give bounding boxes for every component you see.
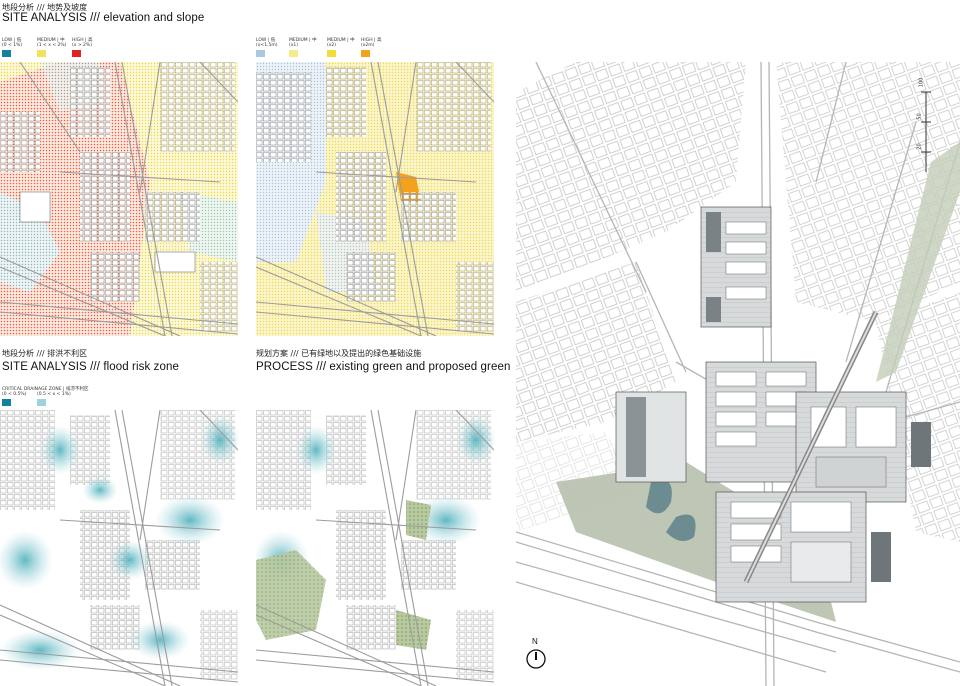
legend-high-swatch <box>72 50 81 57</box>
elevation-legend: LOW | 低 (0 < 1%) MEDIUM | 中 (1 < x < 2%)… <box>2 38 122 62</box>
slope-map <box>256 62 494 336</box>
slope-legend-med1-sub: (x1) <box>289 43 299 48</box>
flood-legend-moderate-sub: (0.5 < x < 1%) <box>37 392 71 397</box>
slope-legend: LOW | 低 (x<1.5m) MEDIUM | 中 (x1) MEDIUM … <box>256 38 396 62</box>
legend-medium-sub: (1 < x < 2%) <box>37 43 67 48</box>
north-label: N <box>532 637 538 646</box>
legend-high-sub: (x > 2%) <box>72 43 92 48</box>
slope-legend-med1-swatch <box>289 50 298 57</box>
flood-legend: CRITICAL DRAINAGE ZONE | 排涝不利区 (0 < 0.5%… <box>2 387 122 409</box>
flood-legend-critical-swatch <box>2 399 11 406</box>
slope-legend-med2-sub: (x2) <box>327 43 337 48</box>
flood-title: SITE ANALYSIS /// flood risk zone <box>2 361 179 373</box>
scale-label-50: 50 <box>916 113 923 120</box>
scale-label-20: 20 <box>916 143 923 150</box>
legend-low-sub: (0 < 1%) <box>2 43 23 48</box>
slope-legend-low-swatch <box>256 50 265 57</box>
process-title: PROCESS /// existing green and proposed … <box>256 361 511 373</box>
slope-legend-low-sub: (x<1.5m) <box>256 43 278 48</box>
flood-legend-critical-sub: (0 < 0.5%) <box>2 392 27 397</box>
legend-medium-swatch <box>37 50 46 57</box>
process-cn-title: 规划方案 /// 已有绿地以及提出的绿色基础设施 <box>256 349 422 358</box>
process-map <box>256 410 494 686</box>
elevation-map <box>0 62 238 336</box>
slope-legend-high-swatch <box>361 50 370 57</box>
masterplan-axonometric: N 100 50 20 <box>516 62 960 686</box>
slope-legend-med2-swatch <box>327 50 336 57</box>
scale-label-100: 100 <box>918 77 925 88</box>
flood-map <box>0 410 238 686</box>
flood-cn-title: 地段分析 /// 排洪不利区 <box>2 349 88 358</box>
elevation-title: SITE ANALYSIS /// elevation and slope <box>2 12 205 24</box>
legend-low-swatch <box>2 50 11 57</box>
flood-legend-moderate-swatch <box>37 399 46 406</box>
slope-legend-high-sub: (x2m) <box>361 43 375 48</box>
